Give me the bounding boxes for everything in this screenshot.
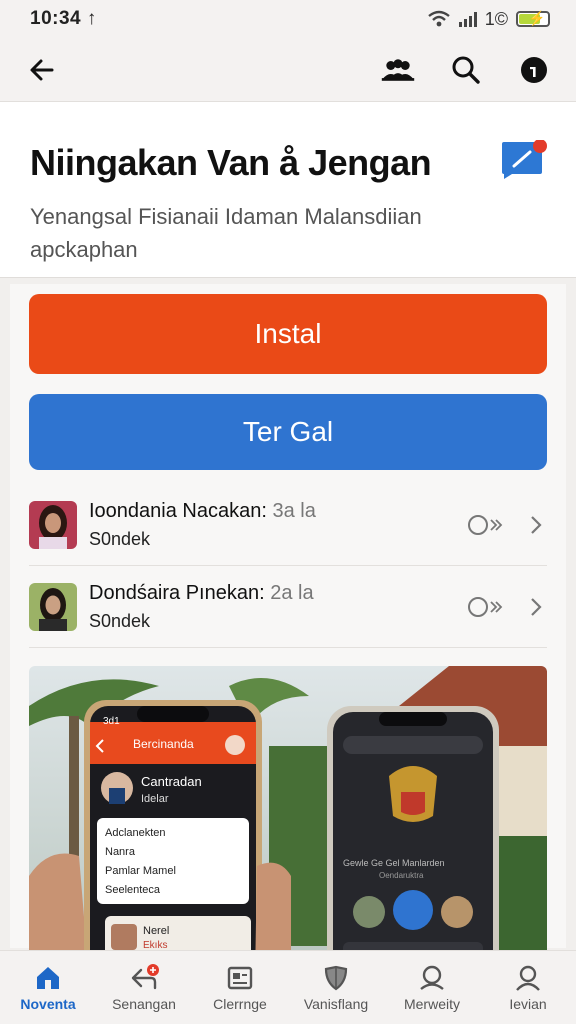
- status-indicators: 1© ⚡: [427, 9, 550, 30]
- screenshot-image: 3d1 Bercinanda Cantradan Idelar Adclanek…: [29, 666, 547, 978]
- left-phone-time: 3d1: [103, 716, 120, 727]
- info-icon: [521, 56, 547, 83]
- search-icon: [452, 56, 480, 84]
- gallery-icon: [227, 966, 253, 989]
- review-author: Dondśaira Pınekan: 2a la: [89, 581, 314, 604]
- right-phone-caption: Gewle Ge Gel Manlarden: [343, 858, 445, 868]
- content-area: Instal Ter Gal Ioondania Nacakan: 3a la …: [10, 284, 566, 978]
- left-phone-card-title: Nerel: [143, 925, 169, 937]
- nav-item-noventa[interactable]: Noventa: [0, 964, 96, 1012]
- review-text: S0ndek: [89, 610, 151, 631]
- nav-item-merweity[interactable]: Merweity: [384, 964, 480, 1012]
- left-phone-profile: Cantradan: [141, 774, 202, 789]
- chat-button[interactable]: [500, 139, 548, 180]
- chevron-right-icon[interactable]: [529, 514, 543, 536]
- review-item[interactable]: Dondśaira Pınekan: 2a la S0ndek: [29, 566, 547, 648]
- search-button[interactable]: [448, 52, 484, 88]
- install-button[interactable]: Instal: [29, 294, 547, 374]
- avatar: [29, 582, 77, 631]
- chevron-right-icon[interactable]: [529, 596, 543, 618]
- review-text: S0ndek: [89, 528, 151, 549]
- review-author: Ioondania Nacakan: 3a la: [89, 499, 316, 522]
- signal-icon: [458, 11, 477, 27]
- left-phone-menu-3: Pamlar Mamel: [105, 865, 176, 877]
- app-header-card: Niingakan Van å Jengan Yenangsal Fisiana…: [0, 102, 576, 278]
- toggle-icon[interactable]: [467, 596, 505, 618]
- share-icon: [131, 963, 159, 989]
- status-time: 10:34 ↑: [30, 8, 97, 29]
- left-phone-menu-2: Nanra: [105, 846, 136, 858]
- status-bar: 10:34 ↑ 1© ⚡: [0, 0, 576, 38]
- info-button[interactable]: [516, 52, 552, 88]
- wifi-icon: [427, 10, 450, 27]
- nav-item-senangan[interactable]: Senangan: [96, 963, 192, 1012]
- shield-icon: [324, 965, 348, 990]
- left-phone-menu-4: Seelenteca: [105, 884, 161, 896]
- status-text: 1©: [484, 8, 508, 29]
- app-bar: [0, 38, 576, 102]
- avatar: [29, 500, 77, 549]
- left-phone-menu-1: Adclanekten: [105, 827, 166, 839]
- community-icon: [420, 965, 444, 990]
- arrow-left-icon: [30, 59, 54, 80]
- back-button[interactable]: [24, 52, 60, 88]
- battery-icon: ⚡: [516, 10, 550, 27]
- left-phone-profile-sub: Idelar: [141, 793, 169, 805]
- nav-item-clerrnge[interactable]: Clerrnge: [192, 964, 288, 1012]
- left-phone-header: Bercinanda: [133, 737, 194, 751]
- app-screenshot[interactable]: 3d1 Bercinanda Cantradan Idelar Adclanek…: [29, 666, 547, 978]
- app-subtitle: Yenangsal Fisianaii Idaman Malansdiian a…: [30, 204, 422, 262]
- nav-item-ievian[interactable]: Ievian: [480, 964, 576, 1012]
- chat-edit-icon: [502, 139, 547, 179]
- nav-item-vanisflang[interactable]: Vanisflang: [288, 964, 384, 1012]
- home-icon: [37, 966, 59, 989]
- right-phone-caption-sub: Oendaruktra: [379, 871, 424, 880]
- profile-icon: [516, 965, 540, 991]
- secondary-button[interactable]: Ter Gal: [29, 394, 547, 470]
- people-button[interactable]: [380, 52, 416, 88]
- bottom-nav: Noventa Senangan Clerrnge Vanisflang Mer…: [0, 950, 576, 1024]
- people-icon: [381, 58, 415, 81]
- app-title: Niingakan Van å Jengan: [30, 142, 432, 183]
- review-item[interactable]: Ioondania Nacakan: 3a la S0ndek: [29, 484, 547, 566]
- toggle-icon[interactable]: [467, 514, 505, 536]
